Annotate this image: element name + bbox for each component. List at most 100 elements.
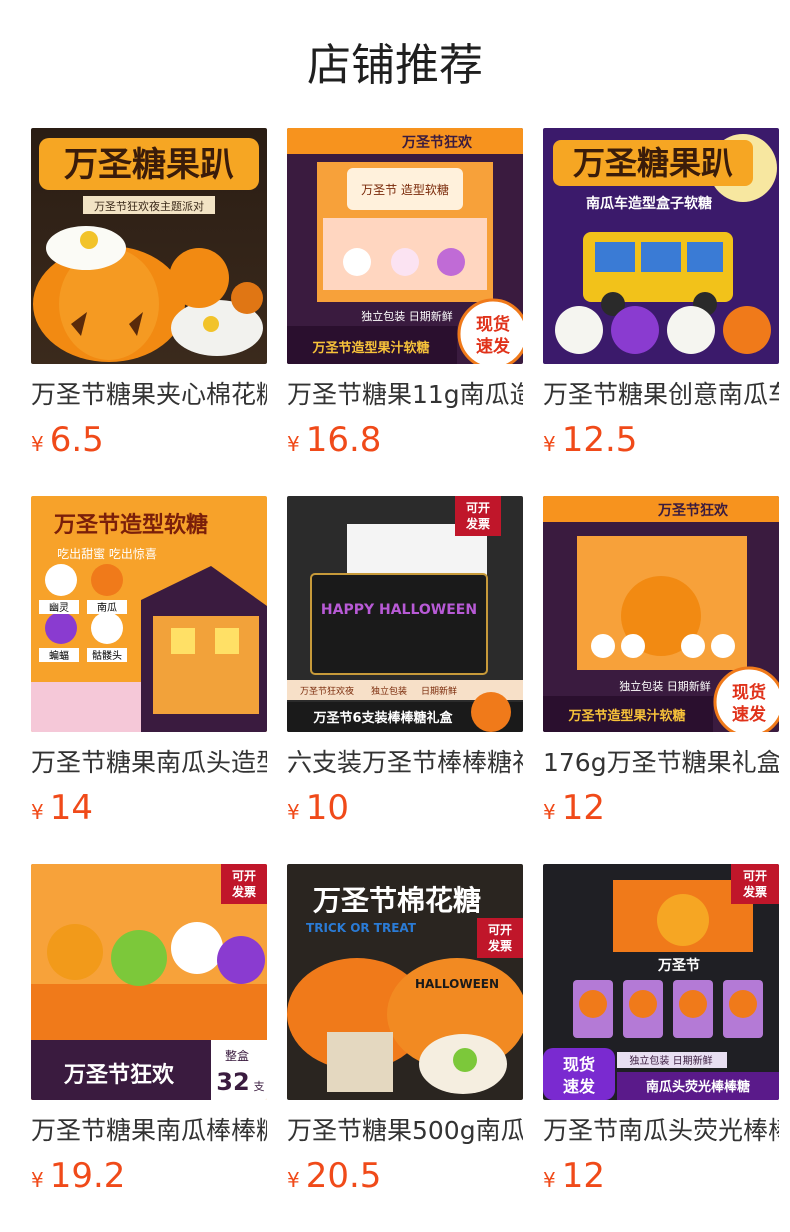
product-price: 6.5 — [49, 420, 104, 460]
image-caption: 万圣节狂欢 — [63, 1062, 175, 1088]
product-price: 12 — [561, 1156, 605, 1196]
image-caption: 万圣节棉花糖 — [313, 884, 481, 917]
image-caption: 南瓜头荧光棒棒糖 — [646, 1079, 750, 1095]
price-row: ¥6.5 — [31, 418, 267, 462]
currency-symbol: ¥ — [287, 800, 300, 824]
product-card[interactable]: 可开 发票 万圣节狂欢 整盒 32 支 万圣节糖果南瓜棒棒糖 ¥19.2 — [31, 864, 267, 1198]
product-grid: 万圣糖果趴 万圣节狂欢夜主题派对 万圣节糖果夹心棉花糖 ¥6.5 万圣节狂欢 万… — [0, 0, 790, 1232]
image-caption: 独立包装 — [371, 685, 407, 697]
product-title[interactable]: 176g万圣节糖果礼盒 — [543, 746, 779, 780]
image-caption: 可开 — [488, 923, 512, 937]
product-card[interactable]: 万圣糖果趴 南瓜车造型盒子软糖 万圣节糖果创意南瓜车 ¥12.5 — [543, 128, 779, 462]
image-caption: 幽灵 — [49, 602, 69, 614]
image-caption: 蝙蝠 — [49, 649, 69, 662]
image-caption: 独立包装 日期新鲜 — [361, 309, 453, 323]
image-caption: 可开 — [466, 501, 490, 515]
price-row: ¥20.5 — [287, 1154, 523, 1198]
image-caption: 速发 — [732, 704, 767, 725]
image-caption: 南瓜 — [97, 601, 117, 614]
image-caption: 骷髅头 — [92, 649, 122, 662]
product-title[interactable]: 万圣节南瓜头荧光棒棒糖 — [543, 1114, 779, 1148]
image-caption: 独立包装 日期新鲜 — [619, 679, 711, 693]
product-image[interactable]: 万圣节造型软糖 吃出甜蜜 吃出惊喜 幽灵 南瓜 蝙蝠 骷髅头 — [31, 496, 267, 732]
image-caption: TRICK OR TREAT — [306, 921, 417, 935]
product-title[interactable]: 万圣节糖果创意南瓜车 — [543, 378, 779, 412]
image-caption: HAPPY HALLOWEEN — [321, 602, 477, 618]
product-price: 12.5 — [561, 420, 638, 460]
product-title[interactable]: 六支装万圣节棒棒糖礼盒 — [287, 746, 523, 780]
product-card[interactable]: 万圣节棉花糖 TRICK OR TREAT 可开 发票 HALLOWEEN 万圣… — [287, 864, 523, 1198]
product-image[interactable]: 可开 发票 万圣节狂欢 整盒 32 支 — [31, 864, 267, 1100]
price-row: ¥14 — [31, 786, 267, 830]
product-image[interactable]: 可开 发票 万圣节 现货 速发 独立包装 日期新鲜 南瓜头荧光棒棒糖 — [543, 864, 779, 1100]
currency-symbol: ¥ — [543, 1168, 556, 1192]
image-caption: 万圣节狂欢 — [657, 502, 729, 519]
product-price: 10 — [305, 788, 349, 828]
product-card[interactable]: 可开 发票 万圣节 现货 速发 独立包装 日期新鲜 南瓜头荧光棒棒糖 万圣节南瓜… — [543, 864, 779, 1198]
product-image[interactable]: 万圣糖果趴 南瓜车造型盒子软糖 — [543, 128, 779, 364]
image-caption: 万圣节 造型软糖 — [361, 182, 449, 197]
image-caption: 可开 — [743, 869, 767, 883]
product-price: 19.2 — [49, 1156, 126, 1196]
image-caption: 万圣节 — [657, 957, 700, 974]
product-title[interactable]: 万圣节糖果南瓜头造型 — [31, 746, 267, 780]
product-image[interactable]: 万圣节狂欢 万圣节 造型软糖 独立包装 日期新鲜 万圣节造型果汁软糖 现货 速发 — [287, 128, 523, 364]
image-caption: 独立包装 日期新鲜 — [629, 1054, 712, 1067]
currency-symbol: ¥ — [287, 432, 300, 456]
image-caption: 万圣节6支装棒棒糖礼盒 — [312, 710, 453, 726]
product-image[interactable]: 万圣节棉花糖 TRICK OR TREAT 可开 发票 HALLOWEEN — [287, 864, 523, 1100]
price-row: ¥12 — [543, 786, 779, 830]
product-price: 16.8 — [305, 420, 382, 460]
image-caption: 吃出甜蜜 吃出惊喜 — [57, 546, 157, 561]
product-image[interactable]: HAPPY HALLOWEEN 可开 发票 万圣节狂欢夜 独立包装 日期新鲜 万… — [287, 496, 523, 732]
currency-symbol: ¥ — [543, 800, 556, 824]
image-caption: 万圣节造型果汁软糖 — [311, 340, 429, 356]
image-caption: 可开 — [232, 869, 256, 883]
product-card[interactable]: 万圣糖果趴 万圣节狂欢夜主题派对 万圣节糖果夹心棉花糖 ¥6.5 — [31, 128, 267, 462]
image-caption: 32 — [216, 1068, 249, 1096]
product-card[interactable]: 万圣节造型软糖 吃出甜蜜 吃出惊喜 幽灵 南瓜 蝙蝠 骷髅头 万圣节糖果南瓜头造… — [31, 496, 267, 830]
product-image[interactable]: 万圣节狂欢 独立包装 日期新鲜 万圣节造型果汁软糖 现货 速发 — [543, 496, 779, 732]
image-caption: 万圣节造型软糖 — [53, 512, 208, 538]
image-caption: 万圣节狂欢夜 — [300, 685, 354, 697]
price-row: ¥12 — [543, 1154, 779, 1198]
currency-symbol: ¥ — [31, 432, 44, 456]
image-caption: 速发 — [563, 1077, 596, 1096]
currency-symbol: ¥ — [31, 800, 44, 824]
product-title[interactable]: 万圣节糖果夹心棉花糖 — [31, 378, 267, 412]
image-caption: 支 — [254, 1080, 265, 1093]
product-image[interactable]: 万圣糖果趴 万圣节狂欢夜主题派对 — [31, 128, 267, 364]
image-caption: 速发 — [476, 336, 511, 357]
image-caption: 整盒 — [225, 1048, 249, 1063]
price-row: ¥12.5 — [543, 418, 779, 462]
currency-symbol: ¥ — [287, 1168, 300, 1192]
product-title[interactable]: 万圣节糖果500g南瓜棉花糖 — [287, 1114, 523, 1148]
image-caption: 发票 — [487, 938, 512, 953]
image-caption: 发票 — [465, 516, 490, 531]
image-caption: 万圣糖果趴 — [573, 144, 733, 182]
price-row: ¥19.2 — [31, 1154, 267, 1198]
image-caption: 日期新鲜 — [421, 685, 457, 697]
image-caption: 万圣节狂欢 — [401, 134, 473, 151]
price-row: ¥10 — [287, 786, 523, 830]
image-caption: 万圣节狂欢夜主题派对 — [94, 199, 204, 213]
currency-symbol: ¥ — [543, 432, 556, 456]
price-row: ¥16.8 — [287, 418, 523, 462]
image-caption: 现货 — [732, 682, 766, 703]
product-title[interactable]: 万圣节糖果南瓜棒棒糖 — [31, 1114, 267, 1148]
image-caption: 发票 — [742, 884, 767, 899]
product-price: 14 — [49, 788, 93, 828]
image-caption: 南瓜车造型盒子软糖 — [586, 195, 712, 212]
product-card[interactable]: HAPPY HALLOWEEN 可开 发票 万圣节狂欢夜 独立包装 日期新鲜 万… — [287, 496, 523, 830]
image-caption: 发票 — [231, 884, 256, 899]
image-caption: 现货 — [476, 314, 510, 335]
image-caption: 万圣糖果趴 — [64, 145, 234, 185]
product-card[interactable]: 万圣节狂欢 独立包装 日期新鲜 万圣节造型果汁软糖 现货 速发 176g万圣节糖… — [543, 496, 779, 830]
image-caption: HALLOWEEN — [415, 977, 499, 991]
product-card[interactable]: 万圣节狂欢 万圣节 造型软糖 独立包装 日期新鲜 万圣节造型果汁软糖 现货 速发… — [287, 128, 523, 462]
product-title[interactable]: 万圣节糖果11g南瓜造型 — [287, 378, 523, 412]
image-caption: 现货 — [563, 1055, 595, 1074]
image-caption: 万圣节造型果汁软糖 — [567, 708, 685, 724]
product-price: 12 — [561, 788, 605, 828]
product-price: 20.5 — [305, 1156, 382, 1196]
